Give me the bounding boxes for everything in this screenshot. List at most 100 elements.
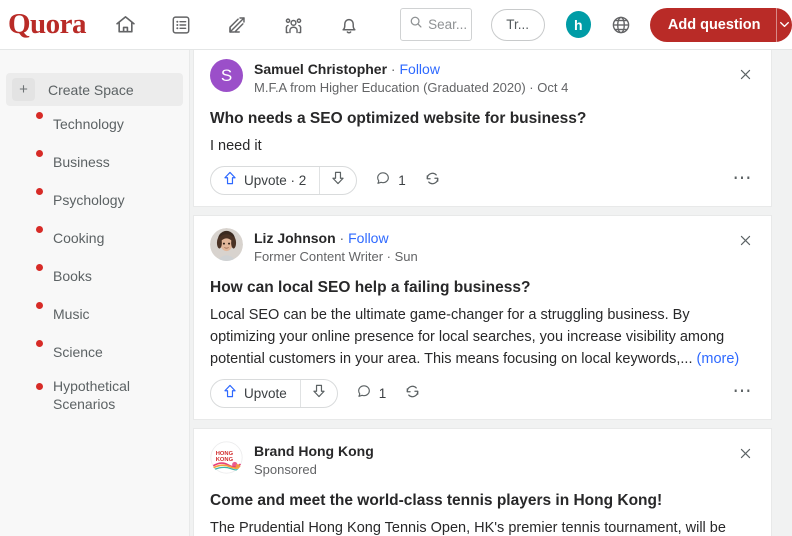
author-credential: Sponsored (254, 462, 317, 478)
top-navigation-bar: Quora Sear... Tr... h Add question (0, 0, 792, 50)
author-line: Liz Johnson · Follow (254, 229, 755, 247)
meta-separator: · (387, 61, 400, 77)
post-title[interactable]: How can local SEO help a failing busines… (210, 278, 755, 298)
more-options-icon[interactable]: ⋯ (733, 382, 754, 401)
post-author-meta: Brand Hong Kong Sponsored (254, 441, 755, 479)
spaces-sidebar: + Create Space Technology Business Psychol… (0, 50, 190, 536)
downvote-button[interactable] (301, 380, 337, 407)
space-thumbnail (18, 149, 44, 174)
post-card: HONG KONG Brand Hong Kong Sponsored Come … (193, 428, 772, 536)
sidebar-item-label: Cooking (53, 230, 105, 247)
author-avatar[interactable] (210, 228, 243, 262)
sidebar-item-books[interactable]: Books (6, 258, 183, 296)
upvote-button[interactable]: Upvote (211, 380, 300, 407)
notifications-bell-icon[interactable] (332, 9, 366, 41)
comment-bubble-icon (375, 170, 391, 191)
sponsor-logo[interactable]: HONG KONG (210, 441, 243, 474)
create-space-button[interactable]: + Create Space (6, 73, 183, 106)
add-question-button[interactable]: Add question (649, 7, 792, 42)
unread-badge-dot (35, 301, 44, 310)
spaces-people-icon[interactable] (276, 9, 310, 41)
comment-button[interactable]: 1 (356, 383, 387, 404)
sidebar-item-label: Business (53, 154, 110, 171)
vote-control: Upvote · 2 (210, 166, 358, 196)
post-header: Liz Johnson · Follow Former Content Write… (210, 228, 755, 266)
downvote-button[interactable] (320, 167, 356, 194)
space-thumbnail (18, 225, 44, 250)
upvote-label: Upvote (244, 386, 287, 402)
post-action-bar: Upvote · 2 1 ⋯ (210, 166, 755, 206)
globe-icon[interactable] (608, 11, 634, 39)
close-icon[interactable] (734, 63, 756, 85)
post-author-meta: Samuel Christopher · Follow M.F.A from Hi… (254, 59, 755, 97)
comment-bubble-icon (356, 383, 372, 404)
repost-button[interactable] (424, 170, 441, 192)
search-placeholder: Sear... (428, 17, 468, 32)
vote-control: Upvote (210, 379, 338, 409)
home-icon[interactable] (108, 9, 142, 41)
space-thumbnail (18, 301, 44, 326)
search-icon (409, 15, 423, 34)
post-body-text: I need it (210, 138, 262, 155)
space-thumbnail (18, 187, 44, 212)
read-more-link[interactable]: (more) (697, 351, 740, 367)
sidebar-item-label: Technology (53, 116, 124, 133)
plus-icon: + (12, 78, 35, 101)
author-name[interactable]: Samuel Christopher (254, 61, 387, 77)
sidebar-item-science[interactable]: Science (6, 334, 183, 372)
primary-nav-icons (108, 9, 366, 41)
author-credential: Former Content Writer · Sun (254, 249, 418, 265)
sidebar-item-label: Science (53, 344, 103, 361)
upvote-arrow-icon (222, 170, 238, 191)
space-thumbnail (18, 111, 44, 136)
repost-icon (424, 170, 441, 192)
sidebar-item-cooking[interactable]: Cooking (6, 220, 183, 258)
author-name[interactable]: Liz Johnson (254, 230, 336, 246)
sidebar-item-hypothetical-scenarios[interactable]: Hypothetical Scenarios (6, 372, 183, 419)
author-line: Brand Hong Kong (254, 442, 755, 460)
comment-count: 1 (378, 386, 387, 402)
close-icon[interactable] (734, 229, 756, 251)
follow-link[interactable]: Follow (348, 230, 388, 246)
unread-badge-dot (35, 381, 44, 391)
author-avatar[interactable]: S (210, 59, 243, 92)
svg-text:KONG: KONG (216, 457, 234, 463)
author-name[interactable]: Brand Hong Kong (254, 443, 374, 459)
add-question-label: Add question (667, 16, 761, 33)
answer-pencil-icon[interactable] (220, 9, 254, 41)
chevron-down-icon[interactable] (776, 8, 792, 42)
author-line: Samuel Christopher · Follow (254, 60, 755, 78)
user-avatar[interactable]: h (565, 11, 591, 38)
unread-badge-dot (35, 263, 44, 272)
close-icon[interactable] (734, 442, 756, 464)
repost-button[interactable] (404, 383, 421, 405)
more-options-icon[interactable]: ⋯ (733, 169, 754, 188)
downvote-arrow-icon (330, 170, 346, 191)
spaces-list: Technology Business Psychology Cooking Books… (0, 106, 189, 419)
quora-logo[interactable]: Quora (8, 10, 87, 39)
post-author-meta: Liz Johnson · Follow Former Content Write… (254, 228, 755, 266)
follow-link[interactable]: Follow (399, 61, 439, 77)
sidebar-item-music[interactable]: Music (6, 296, 183, 334)
sidebar-item-label: Hypothetical Scenarios (53, 378, 131, 412)
sidebar-item-label: Psychology (53, 192, 125, 209)
post-card: Liz Johnson · Follow Former Content Write… (193, 215, 772, 421)
unread-badge-dot (35, 225, 44, 234)
sidebar-item-label: Music (53, 306, 90, 323)
comment-button[interactable]: 1 (375, 170, 406, 191)
create-space-label: Create Space (48, 81, 134, 98)
sidebar-item-psychology[interactable]: Psychology (6, 182, 183, 220)
sidebar-item-technology[interactable]: Technology (6, 106, 183, 144)
try-quora-plus-button[interactable]: Tr... (490, 8, 545, 41)
unread-badge-dot (35, 149, 44, 158)
upvote-arrow-icon (222, 383, 238, 404)
post-title[interactable]: Who needs a SEO optimized website for bu… (210, 109, 755, 129)
post-action-bar: Upvote 1 ⋯ (210, 379, 755, 419)
post-title[interactable]: Come and meet the world-class tennis pla… (210, 491, 755, 511)
post-body: The Prudential Hong Kong Tennis Open, HK… (210, 517, 755, 536)
upvote-button[interactable]: Upvote · 2 (211, 167, 319, 194)
sidebar-item-business[interactable]: Business (6, 144, 183, 182)
search-input[interactable]: Sear... (400, 8, 472, 41)
unread-badge-dot (35, 111, 44, 120)
feed-list-icon[interactable] (164, 9, 198, 41)
